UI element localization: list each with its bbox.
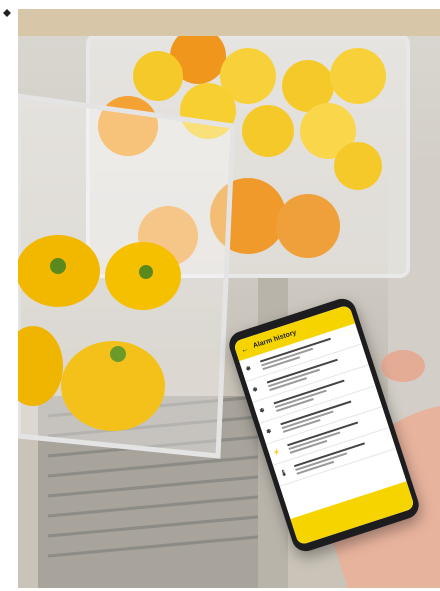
product-photo: ← Alarm history ❄ ❄ ❄ ❄ ⚡ 🌡 — [18, 36, 440, 588]
snowflake-icon: ❄ — [265, 428, 273, 436]
snowflake-icon: ❄ — [258, 407, 266, 416]
thermometer-icon: 🌡 — [279, 469, 289, 478]
bullet-marker — [3, 9, 11, 17]
lightning-icon: ⚡ — [272, 448, 282, 457]
snowflake-icon: ❄ — [245, 365, 253, 374]
snowflake-icon: ❄ — [252, 386, 259, 395]
back-arrow-icon[interactable]: ← — [239, 343, 249, 354]
top-banner — [18, 9, 440, 36]
